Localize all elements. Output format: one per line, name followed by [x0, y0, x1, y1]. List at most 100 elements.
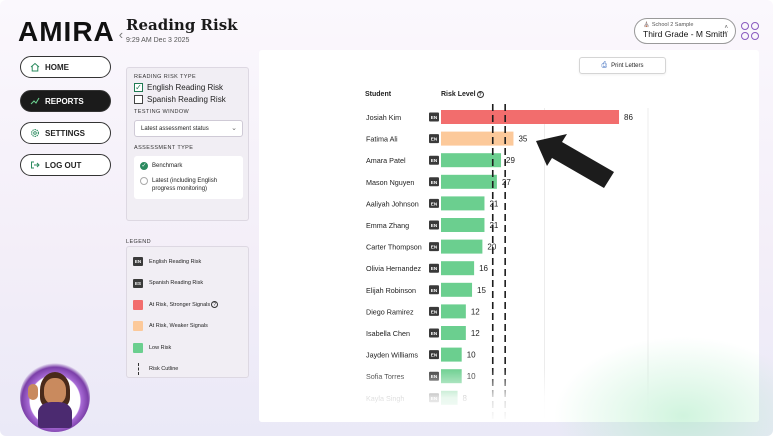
- filters-panel: READING RISK TYPE ✓ English Reading Risk…: [126, 67, 249, 221]
- risk-value-label: 21: [489, 199, 498, 208]
- assessment-type-group: ✓ Benchmark Latest (including English pr…: [134, 156, 243, 199]
- risk-value-label: 21: [489, 221, 498, 230]
- language-badge-label: EN: [431, 115, 438, 120]
- english-risk-checkbox[interactable]: ✓ English Reading Risk: [134, 83, 241, 92]
- risk-value-label: 10: [467, 351, 476, 360]
- language-badge-label: EN: [431, 309, 438, 314]
- risk-bar[interactable]: [441, 282, 473, 297]
- student-name[interactable]: Fatima Ali: [366, 135, 398, 144]
- risk-bar[interactable]: [441, 218, 485, 232]
- nav-home-button[interactable]: HOME: [20, 56, 111, 78]
- risk-value-label: 15: [477, 286, 486, 295]
- language-badge-label: EN: [431, 245, 438, 250]
- collapse-chevron-icon[interactable]: ‹: [119, 27, 123, 42]
- nav-settings-label: SETTINGS: [45, 128, 86, 138]
- legend-label: At Risk, Stronger Signals: [149, 301, 211, 308]
- legend-item: At Risk, Stronger Signals ?: [133, 294, 242, 316]
- nav-settings-button[interactable]: SETTINGS: [20, 122, 111, 144]
- risk-bar[interactable]: [441, 131, 514, 146]
- apps-menu-icon[interactable]: [741, 22, 759, 40]
- risk-bar[interactable]: [441, 196, 485, 211]
- language-badge-label: EN: [431, 201, 438, 206]
- language-badge-label: EN: [431, 331, 438, 336]
- risk-value-label: 12: [471, 307, 480, 316]
- annotation-arrow: [536, 134, 614, 188]
- legend-item: ES Spanish Reading Risk: [133, 273, 242, 295]
- legend-label: Spanish Reading Risk: [149, 280, 204, 287]
- student-name[interactable]: Diego Ramirez: [366, 307, 414, 316]
- student-name[interactable]: Emma Zhang: [366, 221, 409, 230]
- student-name[interactable]: Sofia Torres: [366, 372, 405, 381]
- school-icon: ⛪: [643, 22, 650, 28]
- risk-bar[interactable]: [441, 347, 462, 362]
- class-selector[interactable]: ⛪ School 2 Sample Third Grade - M Smith …: [634, 18, 736, 44]
- legend-item: EN English Reading Risk: [133, 251, 242, 273]
- weaker-signal-swatch: [133, 321, 143, 332]
- low-risk-swatch: [133, 342, 143, 353]
- latest-radio[interactable]: Latest (including English progress monit…: [140, 177, 237, 193]
- page-title: Reading Risk: [126, 16, 238, 34]
- nav-logout-label: LOG OUT: [45, 160, 82, 170]
- mascot-avatar[interactable]: [20, 362, 90, 432]
- risk-value-label: 16: [479, 264, 488, 273]
- benchmark-radio[interactable]: ✓ Benchmark: [140, 162, 237, 170]
- up-down-chevron-icon: ˄ ˅: [724, 25, 728, 37]
- risk-bar[interactable]: [441, 174, 497, 189]
- legend-item: Low Risk: [133, 337, 242, 359]
- language-badge-label: EN: [431, 180, 438, 185]
- student-name[interactable]: Elijah Robinson: [366, 286, 416, 295]
- risk-bar-chart: Josiah Kim EN 86 Fatima Ali EN 35 Amara Patel E…: [366, 104, 649, 422]
- language-badge-label: EN: [431, 396, 438, 401]
- risk-bar[interactable]: [441, 369, 462, 384]
- student-name[interactable]: Olivia Hernandez: [366, 264, 422, 273]
- reading-risk-type-label: READING RISK TYPE: [134, 74, 197, 80]
- reports-icon: [29, 96, 40, 107]
- student-name[interactable]: Mason Nguyen: [366, 178, 414, 187]
- risk-bar[interactable]: [441, 326, 466, 340]
- legend-item: At Risk, Weaker Signals: [133, 316, 242, 338]
- school-name: School 2 Sample: [651, 22, 694, 28]
- risk-bar[interactable]: [441, 110, 620, 124]
- amira-logo[interactable]: AMIRA ‹: [18, 16, 123, 48]
- risk-bar[interactable]: [441, 390, 458, 405]
- gear-icon: [29, 128, 40, 139]
- student-name[interactable]: Carter Thompson: [366, 243, 422, 252]
- language-badge-label: EN: [431, 266, 438, 271]
- radio-empty-icon: [140, 177, 148, 185]
- risk-value-label: 29: [506, 156, 515, 165]
- risk-bar[interactable]: [441, 239, 483, 254]
- student-name[interactable]: Josiah Kim: [366, 113, 401, 122]
- risk-value-label: 86: [624, 113, 633, 122]
- testing-window-select[interactable]: Latest assessment status ⌄: [134, 120, 243, 137]
- student-name[interactable]: Jayden Williams: [366, 351, 418, 360]
- page-timestamp: 9:29 AM Dec 3 2025: [126, 37, 190, 44]
- logout-icon: [29, 160, 40, 171]
- title-block: Reading Risk 9:29 AM Dec 3 2025: [126, 16, 238, 44]
- english-badge-icon: EN: [133, 257, 143, 267]
- language-badge-label: EN: [431, 158, 438, 163]
- testing-window-value: Latest assessment status: [141, 125, 209, 132]
- legend-label: English Reading Risk: [149, 258, 202, 265]
- risk-value-label: 12: [471, 329, 480, 338]
- student-name[interactable]: Isabella Chen: [366, 329, 410, 338]
- home-icon: [29, 62, 40, 73]
- benchmark-label: Benchmark: [152, 163, 183, 169]
- cutline-icon: [133, 363, 143, 376]
- class-name: Third Grade - M Smith: [643, 29, 728, 39]
- legend-title: LEGEND: [126, 239, 152, 245]
- student-name[interactable]: Aaliyah Johnson: [366, 199, 419, 208]
- student-name[interactable]: Amara Patel: [366, 156, 406, 165]
- nav-logout-button[interactable]: LOG OUT: [20, 154, 111, 176]
- spanish-badge-icon: ES: [133, 278, 143, 288]
- language-badge-label: EN: [431, 374, 438, 379]
- testing-window-label: TESTING WINDOW: [134, 109, 190, 115]
- student-name[interactable]: Kayla Singh: [366, 394, 404, 403]
- nav-reports-button[interactable]: REPORTS: [20, 90, 111, 112]
- nav-home-label: HOME: [45, 62, 69, 72]
- risk-bar[interactable]: [441, 261, 475, 276]
- risk-bar[interactable]: [441, 304, 466, 319]
- stronger-signal-swatch: [133, 299, 143, 310]
- latest-label: Latest (including English progress monit…: [152, 178, 218, 192]
- info-icon[interactable]: ?: [211, 301, 219, 309]
- spanish-risk-checkbox[interactable]: Spanish Reading Risk: [134, 95, 241, 104]
